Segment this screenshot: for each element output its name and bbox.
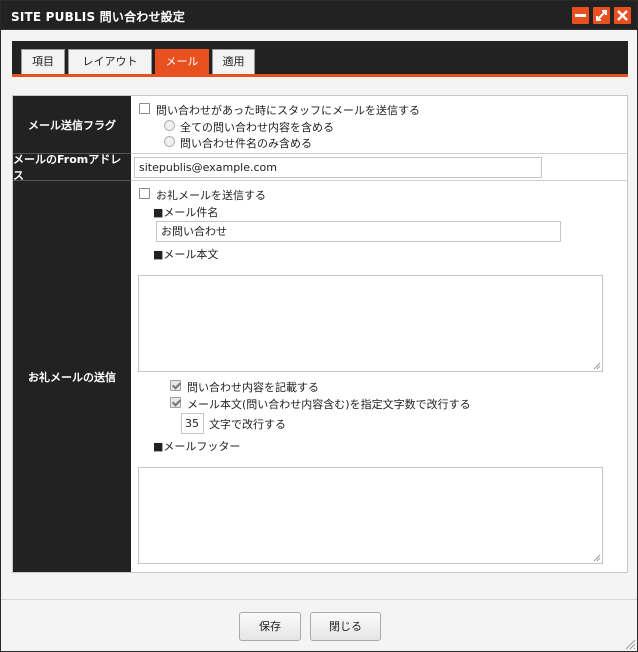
- resize-grip-icon[interactable]: [593, 362, 601, 370]
- minimize-icon: [575, 14, 586, 17]
- maximize-icon: [596, 10, 607, 21]
- mail-flag-cell: 問い合わせがあった時にスタッフにメールを送信する 全ての問い合わせ内容を含める …: [131, 96, 627, 154]
- tab-layout[interactable]: レイアウト: [68, 49, 152, 74]
- radio-subject-only[interactable]: [164, 136, 175, 147]
- subject-input[interactable]: お問い合わせ: [156, 221, 561, 242]
- tab-items[interactable]: 項目: [21, 49, 65, 74]
- thanks-mail-cell: お礼メールを送信する ■メール件名 お問い合わせ ■メール本文 問い合わせ内容を…: [131, 181, 627, 572]
- body-heading: ■メール本文: [153, 248, 219, 261]
- close-window-button[interactable]: [614, 7, 631, 24]
- dialog-footer: 保存 閉じる: [1, 599, 637, 651]
- radio-all-content[interactable]: [164, 120, 175, 131]
- maximize-button[interactable]: [593, 7, 610, 24]
- from-address-label: メールのFromアドレス: [13, 153, 131, 182]
- save-button[interactable]: 保存: [239, 612, 301, 641]
- wrap-lines-label: メール本文(問い合わせ内容含む)を指定文字数で改行する: [187, 398, 471, 411]
- mail-settings-form: メール送信フラグ 問い合わせがあった時にスタッフにメールを送信する 全ての問い合…: [12, 95, 628, 573]
- staff-mail-checkbox[interactable]: [139, 103, 150, 114]
- body-textarea[interactable]: [138, 275, 603, 372]
- from-address-input[interactable]: sitepublis@example.com: [134, 157, 542, 178]
- close-button[interactable]: 閉じる: [310, 612, 381, 641]
- minimize-button[interactable]: [572, 7, 589, 24]
- tab-apply[interactable]: 適用: [212, 49, 255, 74]
- include-content-checkbox[interactable]: [170, 380, 181, 391]
- thanks-mail-checkbox-label: お礼メールを送信する: [156, 189, 266, 202]
- from-address-cell: sitepublis@example.com: [131, 154, 627, 181]
- footer-heading: ■メールフッター: [153, 440, 241, 453]
- radio-all-content-label: 全ての問い合わせ内容を含める: [180, 121, 334, 134]
- wrap-lines-checkbox[interactable]: [170, 397, 181, 408]
- wrap-chars-input[interactable]: 35: [181, 413, 204, 434]
- include-content-label: 問い合わせ内容を記載する: [187, 381, 319, 394]
- resize-grip-icon[interactable]: [593, 554, 601, 562]
- tab-bar: 項目 レイアウト メール 適用: [12, 41, 628, 77]
- thanks-mail-label: お礼メールの送信: [13, 181, 131, 572]
- wrap-chars-suffix: 文字で改行する: [209, 418, 286, 431]
- title-bar[interactable]: SITE PUBLIS 問い合わせ設定: [1, 1, 637, 30]
- thanks-mail-checkbox[interactable]: [139, 188, 150, 199]
- mail-flag-label: メール送信フラグ: [13, 96, 131, 154]
- settings-dialog: SITE PUBLIS 問い合わせ設定 項目 レイアウト メール 適用 メール送…: [0, 0, 638, 652]
- close-icon: [617, 10, 628, 21]
- window-title: SITE PUBLIS 問い合わせ設定: [11, 10, 186, 24]
- staff-mail-checkbox-label: 問い合わせがあった時にスタッフにメールを送信する: [156, 104, 420, 117]
- resize-grip-icon[interactable]: [624, 638, 636, 650]
- footer-textarea[interactable]: [138, 467, 603, 564]
- radio-subject-only-label: 問い合わせ件名のみ含める: [180, 137, 312, 150]
- tab-mail[interactable]: メール: [155, 49, 209, 74]
- subject-heading: ■メール件名: [153, 206, 219, 219]
